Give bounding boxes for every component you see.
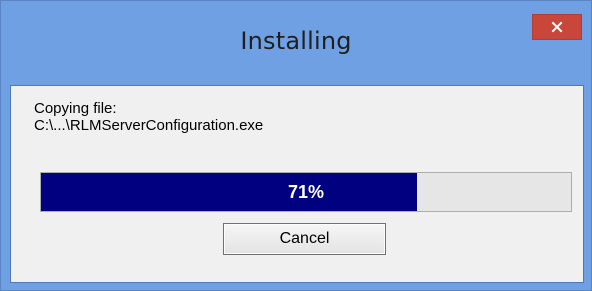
installer-window: Installing Copying file: C:\...\RLMServe… <box>0 0 592 291</box>
cancel-button[interactable]: Cancel <box>223 223 386 255</box>
title-bar[interactable]: Installing <box>1 1 591 85</box>
window-title: Installing <box>240 27 352 55</box>
close-icon <box>551 21 563 33</box>
progress-percent: 71% <box>287 181 325 202</box>
close-button[interactable] <box>532 14 582 40</box>
dialog-body: Copying file: C:\...\RLMServerConfigurat… <box>10 85 584 283</box>
current-file-path: C:\...\RLMServerConfiguration.exe <box>34 117 264 134</box>
status-label: Copying file: <box>34 100 117 117</box>
install-progress-bar: 71% <box>40 172 572 212</box>
